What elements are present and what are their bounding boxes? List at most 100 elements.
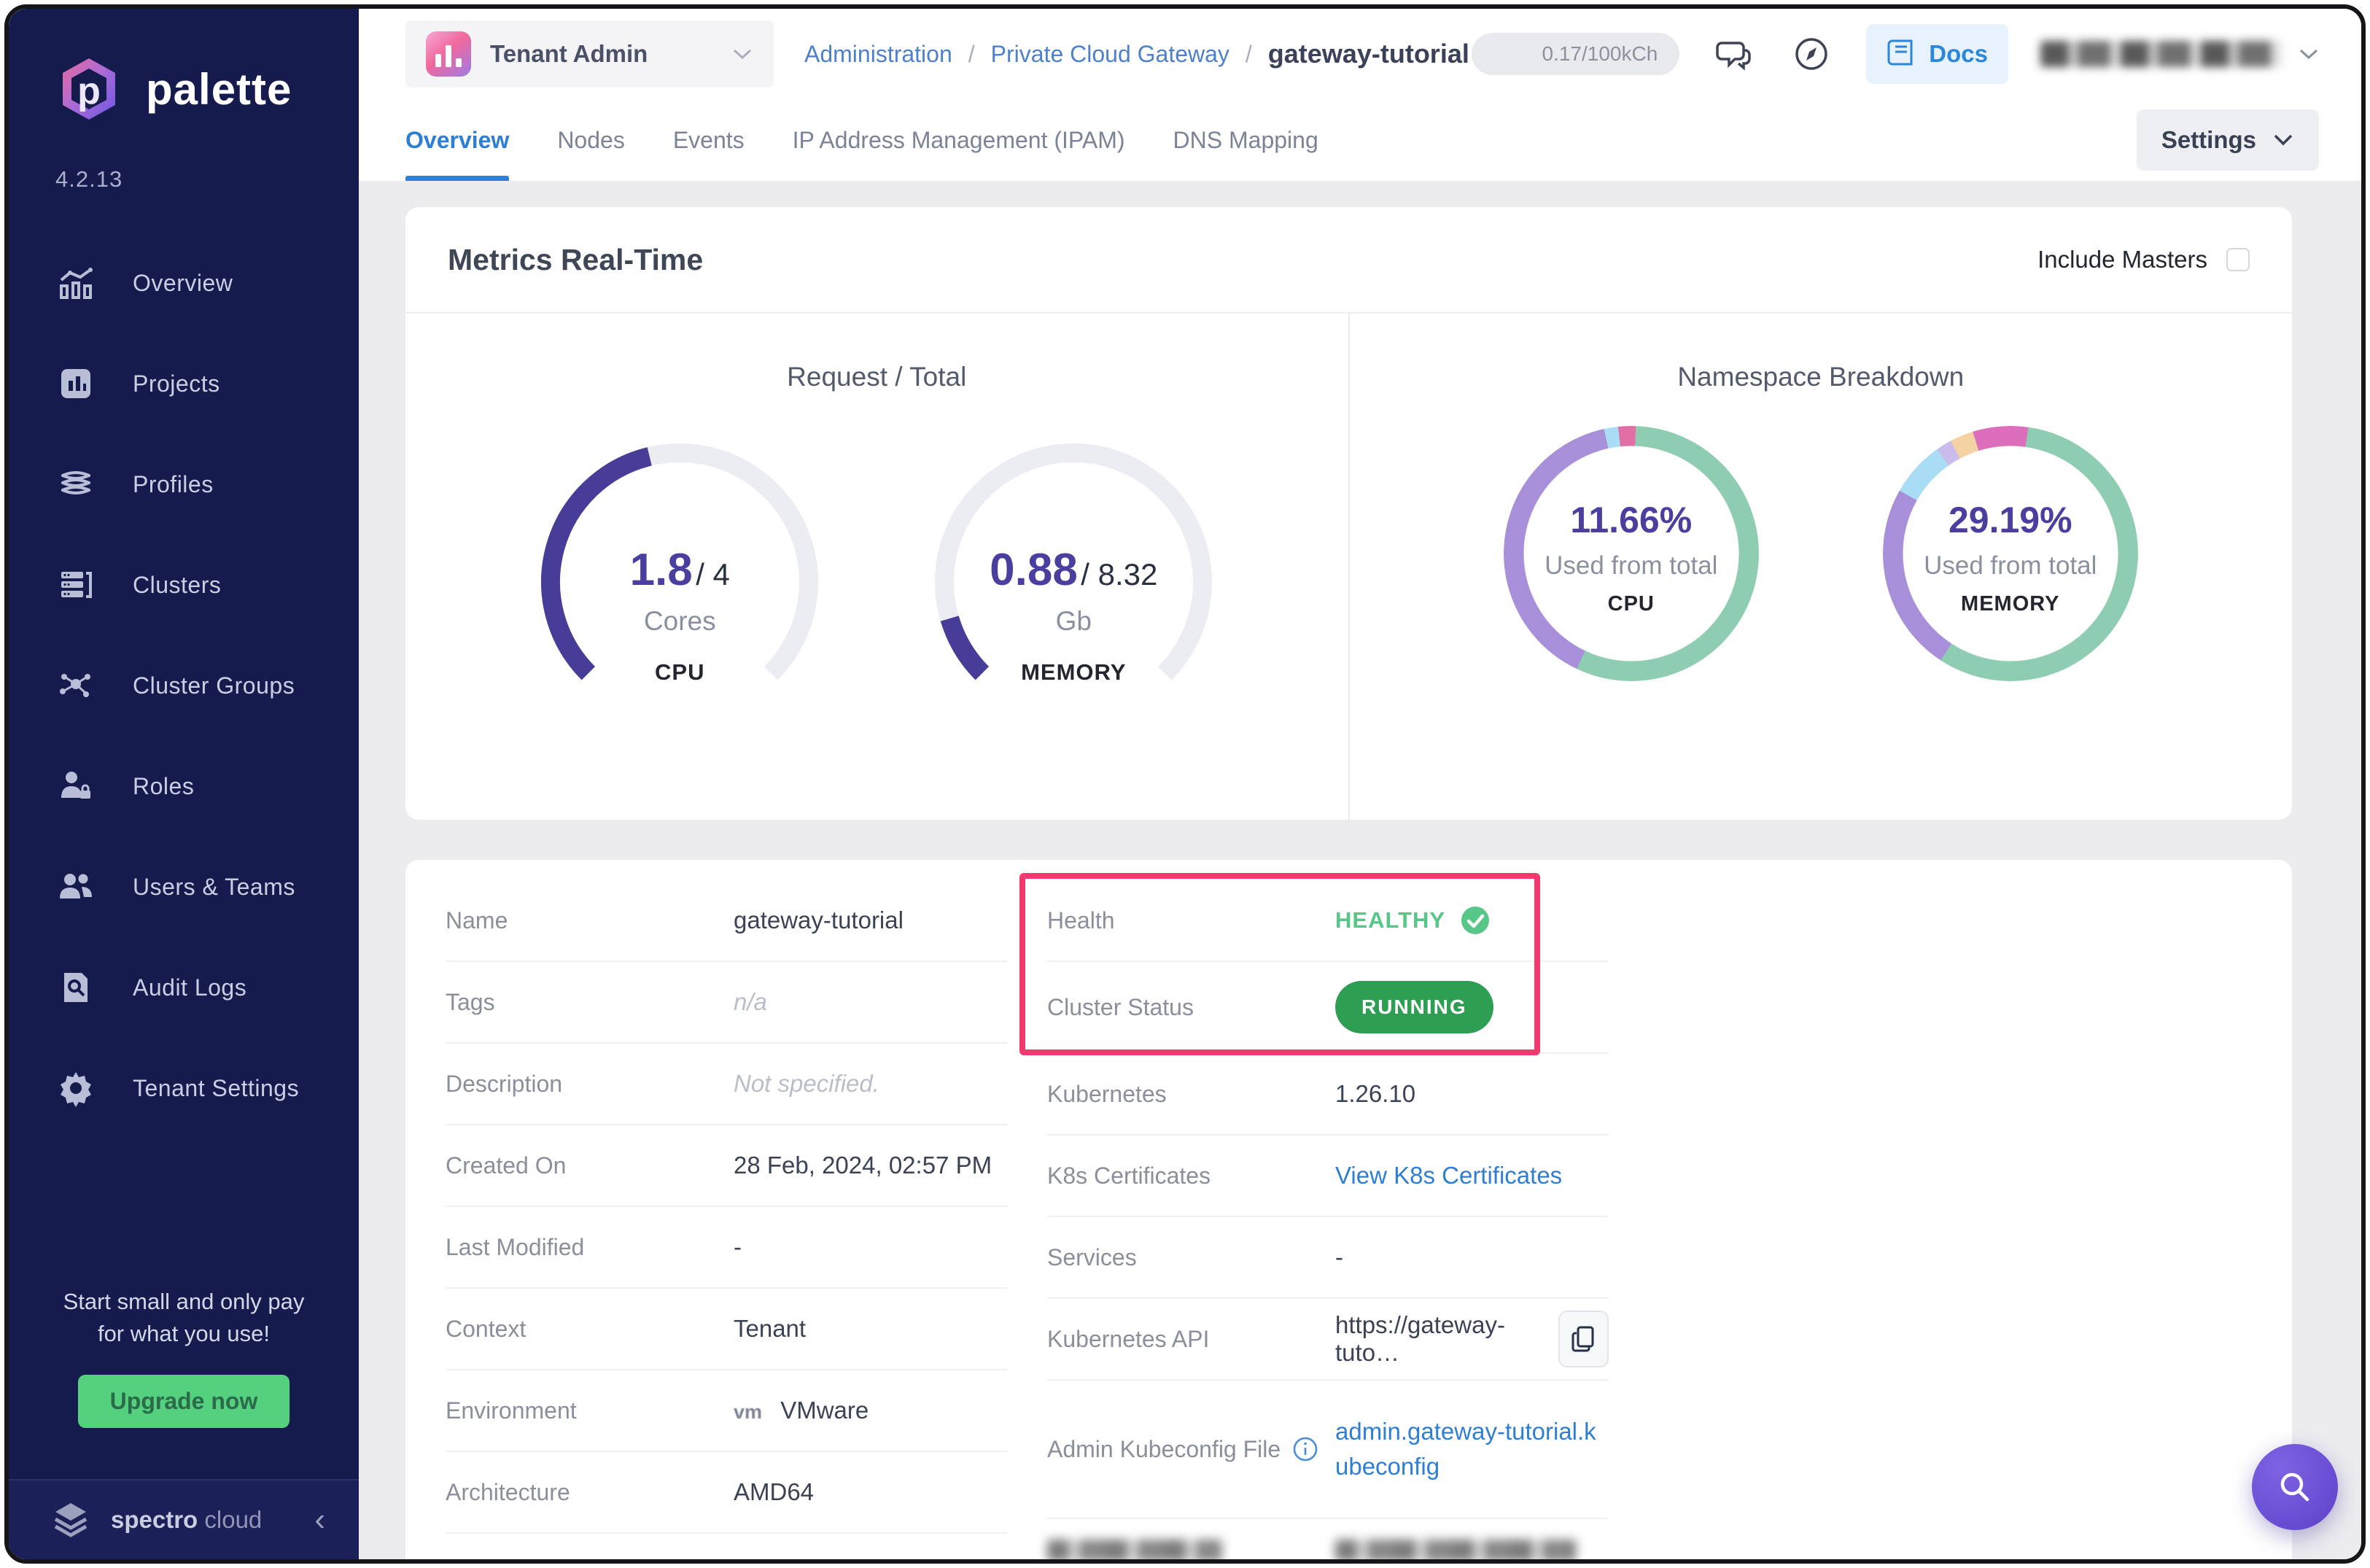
sidebar-item-label: Roles (133, 772, 195, 799)
spectro-cloud-logo-icon (54, 1503, 88, 1537)
sidebar-menu: Overview Projects Profiles Clusters Clus… (9, 263, 359, 1109)
tab-nodes[interactable]: Nodes (557, 99, 625, 181)
detail-row-kubernetes: Kubernetes 1.26.10 (1047, 1054, 1609, 1136)
copy-button[interactable] (1558, 1311, 1609, 1367)
settings-button[interactable]: Settings (2136, 109, 2319, 171)
breadcrumb-separator: / (968, 40, 975, 67)
detail-row-description: Description Not specified. (446, 1044, 1007, 1125)
detail-row-last-modified: Last Modified - (446, 1207, 1007, 1289)
tab-ipam[interactable]: IP Address Management (IPAM) (793, 99, 1125, 181)
promo-text-line2: for what you use! (97, 1321, 271, 1346)
tenant-selector-label: Tenant Admin (490, 40, 648, 67)
top-bar: Tenant Admin Administration / Private Cl… (359, 9, 2361, 99)
detail-row-admin-kubeconfig: Admin Kubeconfig File admin.gateway-tuto… (1047, 1381, 1609, 1519)
gauges-row: 1.8 / 4 Cores CPU 0.88 / 8.32 Gb MEMORY (541, 443, 1213, 721)
detail-row-environment: Environment vm VMware (446, 1370, 1007, 1452)
palette-logo: p palette (9, 9, 359, 124)
detail-row-k8s-certificates: K8s Certificates View K8s Certificates (1047, 1136, 1609, 1217)
tab-events[interactable]: Events (673, 99, 745, 181)
spectro-cloud-wordmark: spectro cloud (111, 1506, 263, 1533)
details-left-column: Name gateway-tutorial Tags n/a Descripti… (446, 880, 1007, 1559)
view-k8s-certificates-link[interactable]: View K8s Certificates (1335, 1162, 1609, 1189)
usage-quota-pill: 0.17/100kCh (1472, 33, 1680, 75)
app-version: 4.2.13 (55, 166, 123, 192)
tenant-admin-icon (426, 31, 471, 77)
chevron-down-icon (2299, 49, 2318, 60)
sidebar-item-audit-logs[interactable]: Audit Logs (9, 967, 359, 1008)
request-total-title: Request / Total (787, 362, 967, 392)
page-content: Metrics Real-Time Include Masters Reques… (359, 181, 2361, 1559)
partial-row-redacted (1047, 1519, 1609, 1559)
brand-name: palette (146, 64, 292, 114)
breadcrumb-private-cloud-gateway[interactable]: Private Cloud Gateway (991, 41, 1229, 68)
settings-label: Settings (2161, 126, 2256, 153)
sidebar-item-label: Overview (133, 269, 233, 296)
health-status-text: HEALTHY (1335, 907, 1446, 933)
cpu-gauge-value: 1.8 / 4 Cores (629, 545, 730, 636)
upgrade-now-button[interactable]: Upgrade now (77, 1375, 290, 1428)
cluster-details-card: Name gateway-tutorial Tags n/a Descripti… (405, 860, 2292, 1559)
sidebar-item-tenant-settings[interactable]: Tenant Settings (9, 1068, 359, 1109)
search-icon (2280, 1472, 2309, 1502)
topbar-actions: 0.17/100kCh Docs (1472, 24, 2319, 84)
feedback-chat-icon[interactable] (1712, 31, 1757, 77)
request-total-panel: Request / Total 1.8 / 4 Cores CPU 0.88 /… (405, 314, 1350, 820)
sidebar-item-profiles[interactable]: Profiles (9, 464, 359, 505)
include-masters-label: Include Masters (2037, 246, 2207, 273)
metrics-real-time-card: Metrics Real-Time Include Masters Reques… (405, 207, 2292, 820)
overview-chart-icon (55, 263, 96, 303)
breadcrumb-administration[interactable]: Administration (804, 41, 952, 68)
gear-icon (55, 1068, 96, 1109)
detail-row-architecture: Architecture AMD64 (446, 1452, 1007, 1534)
memory-donut-label: MEMORY (1961, 592, 2060, 616)
cpu-namespace-donut-chart: 11.66% Used from total CPU (1503, 426, 1759, 681)
chevron-down-icon (733, 49, 752, 60)
metrics-card-header: Metrics Real-Time Include Masters (405, 207, 2292, 314)
sidebar-item-roles[interactable]: Roles (9, 766, 359, 807)
memory-donut-caption: Used from total (1924, 551, 2097, 580)
sidebar-item-cluster-groups[interactable]: Cluster Groups (9, 665, 359, 706)
breadcrumb: Administration / Private Cloud Gateway /… (804, 39, 1469, 69)
namespace-breakdown-panel: Namespace Breakdown 11.66% Used from tot… (1350, 314, 2293, 820)
sidebar-item-overview[interactable]: Overview (9, 263, 359, 303)
detail-row-tags: Tags n/a (446, 962, 1007, 1044)
info-icon[interactable] (1292, 1436, 1318, 1462)
include-masters-checkbox[interactable] (2226, 248, 2250, 271)
sidebar-item-projects[interactable]: Projects (9, 363, 359, 404)
floating-search-button[interactable] (2252, 1444, 2338, 1530)
compass-explore-icon[interactable] (1789, 31, 1834, 77)
sidebar-item-label: Projects (133, 370, 220, 397)
docs-label: Docs (1929, 40, 1988, 67)
breadcrumb-current-page: gateway-tutorial (1267, 39, 1469, 69)
detail-row-kubernetes-api: Kubernetes API https://gateway-tuto… (1047, 1299, 1609, 1381)
promo-text-line1: Start small and only pay (63, 1289, 305, 1314)
chevron-down-icon (2274, 134, 2293, 146)
sidebar-item-clusters[interactable]: Clusters (9, 564, 359, 605)
upgrade-promo: Start small and only pay for what you us… (9, 1286, 359, 1454)
breadcrumb-separator: / (1245, 40, 1252, 67)
docs-button[interactable]: Docs (1866, 24, 2008, 84)
running-status-badge: RUNNING (1335, 981, 1493, 1033)
main-area: Tenant Admin Administration / Private Cl… (359, 9, 2361, 1559)
tab-dns-mapping[interactable]: DNS Mapping (1173, 99, 1318, 181)
detail-row-services: Services - (1047, 1217, 1609, 1299)
tab-overview[interactable]: Overview (405, 99, 510, 181)
tenant-scope-selector[interactable]: Tenant Admin (405, 20, 774, 88)
profiles-layers-icon (55, 464, 96, 505)
memory-donut-percent: 29.19% (1948, 500, 2072, 540)
sidebar-item-users-teams[interactable]: Users & Teams (9, 866, 359, 907)
user-menu[interactable] (2040, 41, 2319, 67)
sidebar-collapse-chevron-icon[interactable]: ‹ (314, 1504, 325, 1536)
sidebar-item-label: Profiles (133, 470, 214, 497)
memory-gauge-value: 0.88 / 8.32 Gb (990, 545, 1158, 636)
include-masters-control: Include Masters (2037, 246, 2250, 273)
kubernetes-api-url: https://gateway-tuto… (1335, 1311, 1505, 1366)
namespace-breakdown-title: Namespace Breakdown (1677, 362, 1965, 392)
admin-kubeconfig-link[interactable]: admin.gateway-tutorial.kubeconfig (1335, 1414, 1609, 1484)
detail-row-created-on: Created On 28 Feb, 2024, 02:57 PM (446, 1125, 1007, 1207)
tab-bar: Overview Nodes Events IP Address Managem… (359, 99, 2361, 181)
detail-row-health: Health HEALTHY (1047, 880, 1609, 962)
cpu-donut-caption: Used from total (1545, 551, 1718, 580)
details-right-column: Health HEALTHY Cluster Status RUNNING Ku… (1019, 873, 1609, 1559)
svg-text:p: p (77, 70, 101, 112)
